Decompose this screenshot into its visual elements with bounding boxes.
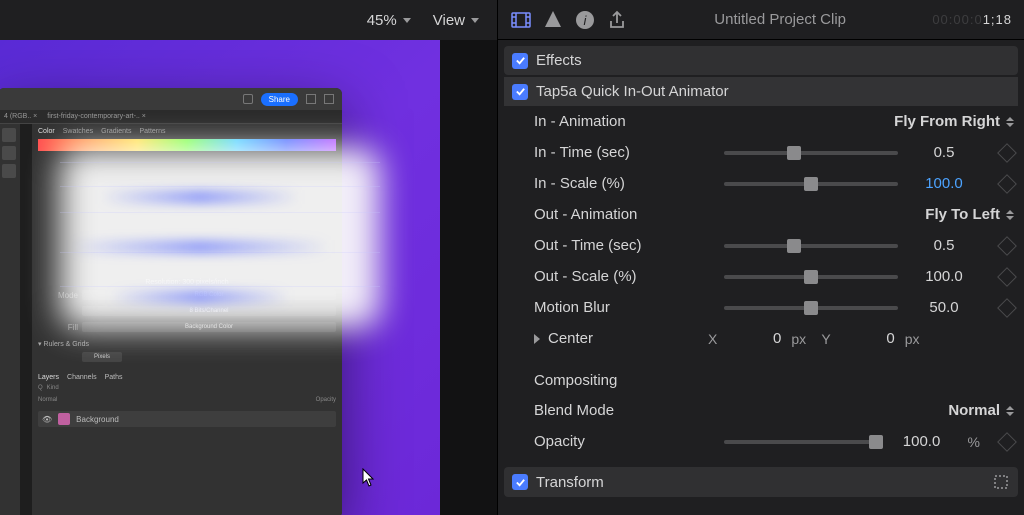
transform-header[interactable]: Transform — [504, 467, 1018, 497]
blend-mode-popup[interactable]: Normal — [948, 402, 1014, 419]
viewer-toolbar: 45% View — [0, 0, 497, 40]
effects-header[interactable]: Effects — [504, 46, 1018, 75]
view-dropdown[interactable]: View — [433, 12, 479, 29]
ps-doc-tab: first-friday-contemporary-art-.. × — [47, 113, 146, 120]
out-scale-value[interactable]: 100.0 — [908, 268, 980, 285]
transform-checkbox[interactable] — [512, 474, 528, 490]
x-label: X — [708, 331, 717, 347]
viewer-pane: 45% View Share 4 (RGB.. × first-friday-c… — [0, 0, 497, 515]
center-x-value[interactable]: 0 — [727, 330, 781, 347]
center-y-value[interactable]: 0 — [841, 330, 895, 347]
param-out-time: Out - Time (sec) 0.5 — [504, 230, 1018, 261]
share-button: Share — [261, 93, 298, 106]
effect-checkbox[interactable] — [512, 84, 528, 100]
effect-row[interactable]: Tap5a Quick In-Out Animator — [504, 77, 1018, 106]
in-animation-popup[interactable]: Fly From Right — [894, 113, 1014, 130]
motion-blur-value[interactable]: 50.0 — [908, 299, 980, 316]
out-time-value[interactable]: 0.5 — [908, 237, 980, 254]
view-label: View — [433, 12, 465, 29]
clip-title: Untitled Project Clip — [640, 11, 920, 28]
transform-label: Transform — [536, 474, 604, 491]
param-blend-mode: Blend Mode Normal — [504, 395, 1018, 426]
out-animation-popup[interactable]: Fly To Left — [925, 206, 1014, 223]
param-center: Center X 0 px Y 0 px — [504, 323, 1018, 354]
in-scale-slider[interactable] — [724, 182, 898, 186]
effect-name: Tap5a Quick In-Out Animator — [536, 83, 729, 100]
workspace-icon — [324, 94, 334, 104]
ps-panel-tabs: Color Swatches Gradients Patterns — [38, 128, 336, 135]
keyframe-button[interactable] — [997, 432, 1017, 452]
zoom-dropdown[interactable]: 45% — [367, 12, 411, 29]
color-tab-icon[interactable] — [542, 9, 564, 31]
ps-doc-tabs: 4 (RGB.. × first-friday-contemporary-art… — [0, 110, 342, 124]
search-icon — [306, 94, 316, 104]
viewer-canvas[interactable]: Share 4 (RGB.. × first-friday-contempora… — [0, 40, 497, 515]
param-in-animation: In - Animation Fly From Right — [504, 106, 1018, 137]
motion-blur-slider[interactable] — [724, 306, 898, 310]
keyframe-button[interactable] — [997, 174, 1017, 194]
keyframe-button[interactable] — [997, 267, 1017, 287]
keyframe-button[interactable] — [997, 143, 1017, 163]
param-in-time: In - Time (sec) 0.5 — [504, 137, 1018, 168]
param-out-animation: Out - Animation Fly To Left — [504, 199, 1018, 230]
param-out-scale: Out - Scale (%) 100.0 — [504, 261, 1018, 292]
keyframe-button[interactable] — [997, 298, 1017, 318]
inspector-pane: i Untitled Project Clip 00:00:01;18 Effe… — [497, 0, 1024, 515]
param-in-scale: In - Scale (%) 100.0 — [504, 168, 1018, 199]
in-scale-value[interactable]: 100.0 — [908, 175, 980, 192]
video-tab-icon[interactable] — [510, 9, 532, 31]
out-scale-slider[interactable] — [724, 275, 898, 279]
out-time-slider[interactable] — [724, 244, 898, 248]
opacity-slider[interactable] — [724, 440, 876, 444]
ps-doc-tab: 4 (RGB.. × — [4, 113, 37, 120]
y-label: Y — [821, 331, 830, 347]
flask-icon — [243, 94, 253, 104]
chevron-down-icon — [403, 18, 411, 23]
info-tab-icon[interactable]: i — [574, 9, 596, 31]
effects-label: Effects — [536, 52, 582, 69]
inspector-body[interactable]: Effects Tap5a Quick In-Out Animator In -… — [498, 40, 1024, 515]
inspector-header: i Untitled Project Clip 00:00:01;18 — [498, 0, 1024, 40]
chevron-down-icon — [471, 18, 479, 23]
param-motion-blur: Motion Blur 50.0 — [504, 292, 1018, 323]
ps-layer-row: 👁 Background — [38, 411, 336, 427]
in-time-value[interactable]: 0.5 — [908, 144, 980, 161]
ps-titlebar: Share — [0, 88, 342, 110]
crop-icon[interactable] — [992, 473, 1010, 491]
compositing-label: Compositing — [504, 364, 1018, 395]
ps-toolbar — [0, 124, 20, 515]
in-time-slider[interactable] — [724, 151, 898, 155]
keyframe-button[interactable] — [997, 236, 1017, 256]
opacity-value[interactable]: 100.0 — [886, 433, 958, 450]
timecode-display: 00:00:01;18 — [932, 12, 1012, 28]
effects-checkbox[interactable] — [512, 53, 528, 69]
inspector-tabs: i — [510, 9, 628, 31]
share-tab-icon[interactable] — [606, 9, 628, 31]
zoom-value: 45% — [367, 12, 397, 29]
param-opacity: Opacity 100.0 % — [504, 426, 1018, 457]
disclosure-triangle-icon[interactable] — [534, 334, 540, 344]
